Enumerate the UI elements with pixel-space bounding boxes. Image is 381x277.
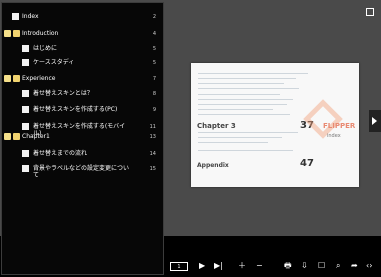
search-icon[interactable]: ⌕ [336, 261, 340, 271]
next-page-button[interactable] [369, 110, 381, 132]
toc-line [198, 73, 308, 74]
zoom-out-icon[interactable]: − [256, 261, 263, 271]
toc-line [198, 94, 280, 95]
folder-icon [4, 30, 11, 37]
page-number-input[interactable]: 1 [170, 262, 188, 271]
appendix-page-number: 47 [300, 158, 314, 169]
page-icon [22, 45, 29, 52]
toc-line [198, 142, 268, 143]
page-icon [22, 165, 29, 172]
last-page-icon[interactable]: ▶| [214, 261, 223, 271]
toc-line [198, 109, 273, 110]
table-of-contents-panel: Index 2 Introduction 4 はじめに 5 ケーススタディ 5 … [1, 2, 164, 275]
toc-line [198, 99, 293, 100]
toc-line [198, 132, 298, 133]
page-icon [12, 13, 19, 20]
download-icon[interactable]: ⇩ [301, 261, 308, 271]
toc-line [198, 137, 282, 138]
toc-line [198, 78, 296, 79]
toc-line [198, 114, 290, 115]
embed-icon[interactable]: ‹› [366, 261, 372, 271]
toc-line [198, 83, 284, 84]
toc-line [198, 88, 299, 89]
folder-icon [4, 75, 11, 82]
folder-icon [13, 75, 20, 82]
viewer-toolbar: 1 ▶ ▶| ＋ − 🖶 ⇩ ☐ ⌕ ➦ ‹› [0, 260, 381, 277]
bookmark-icon[interactable]: ☐ [318, 261, 325, 271]
page-icon [22, 150, 29, 157]
print-icon[interactable]: 🖶 [284, 261, 292, 271]
folder-icon [13, 30, 20, 37]
document-page: Chapter 3 37 Appendix 47 FLIPPER index [191, 63, 359, 187]
brand-subtitle: index [327, 133, 341, 139]
play-icon[interactable]: ▶ [199, 261, 205, 271]
page-icon [22, 106, 29, 113]
brand-logo: FLIPPER [323, 122, 356, 130]
page-icon [22, 90, 29, 97]
share-icon[interactable]: ➦ [351, 261, 358, 271]
folder-icon [4, 133, 11, 140]
fullscreen-icon[interactable] [366, 8, 374, 16]
toc-line [198, 104, 287, 105]
folder-icon [13, 133, 20, 140]
toc-line [198, 150, 293, 151]
page-icon [22, 59, 29, 66]
appendix-heading: Appendix [197, 162, 229, 169]
page-icon [22, 123, 29, 130]
zoom-in-icon[interactable]: ＋ [238, 261, 246, 271]
chapter-heading: Chapter 3 [197, 122, 236, 130]
